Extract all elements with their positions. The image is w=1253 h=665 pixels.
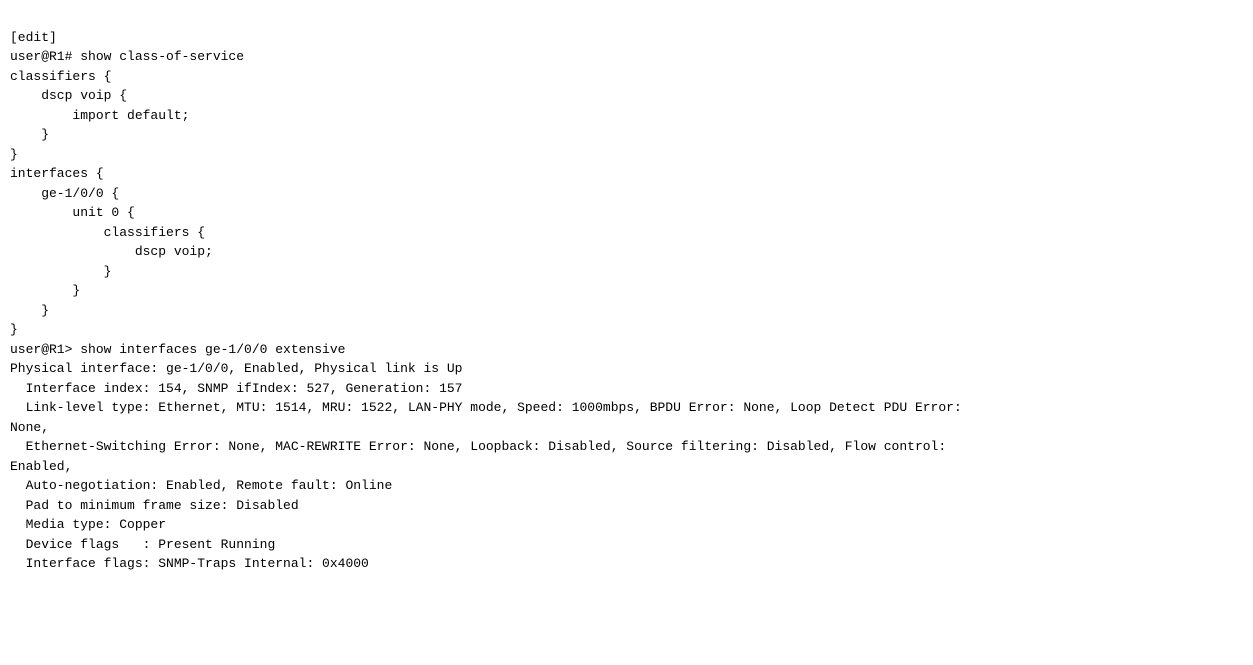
terminal-line: None, xyxy=(10,418,1243,438)
terminal-line: } xyxy=(10,301,1243,321)
terminal-line: Physical interface: ge-1/0/0, Enabled, P… xyxy=(10,359,1243,379)
terminal-line: Auto-negotiation: Enabled, Remote fault:… xyxy=(10,476,1243,496)
terminal-line: dscp voip; xyxy=(10,242,1243,262)
terminal-line: Pad to minimum frame size: Disabled xyxy=(10,496,1243,516)
terminal-line: Media type: Copper xyxy=(10,515,1243,535)
terminal-line: [edit] xyxy=(10,28,1243,48)
terminal-line: Interface index: 154, SNMP ifIndex: 527,… xyxy=(10,379,1243,399)
terminal-line: Enabled, xyxy=(10,457,1243,477)
terminal-line: Device flags : Present Running xyxy=(10,535,1243,555)
terminal-line: Interface flags: SNMP-Traps Internal: 0x… xyxy=(10,554,1243,574)
terminal-line: } xyxy=(10,145,1243,165)
terminal-line: } xyxy=(10,262,1243,282)
terminal-line: interfaces { xyxy=(10,164,1243,184)
terminal-line: import default; xyxy=(10,106,1243,126)
terminal-line: classifiers { xyxy=(10,223,1243,243)
terminal-line: Link-level type: Ethernet, MTU: 1514, MR… xyxy=(10,398,1243,418)
terminal-output: [edit]user@R1# show class-of-serviceclas… xyxy=(10,8,1243,574)
terminal-line: } xyxy=(10,320,1243,340)
terminal-line: user@R1> show interfaces ge-1/0/0 extens… xyxy=(10,340,1243,360)
terminal-line: } xyxy=(10,281,1243,301)
terminal-line: ge-1/0/0 { xyxy=(10,184,1243,204)
terminal-line: classifiers { xyxy=(10,67,1243,87)
terminal-line: user@R1# show class-of-service xyxy=(10,47,1243,67)
terminal-line: dscp voip { xyxy=(10,86,1243,106)
terminal-line: } xyxy=(10,125,1243,145)
terminal-line: unit 0 { xyxy=(10,203,1243,223)
terminal-line: Ethernet-Switching Error: None, MAC-REWR… xyxy=(10,437,1243,457)
